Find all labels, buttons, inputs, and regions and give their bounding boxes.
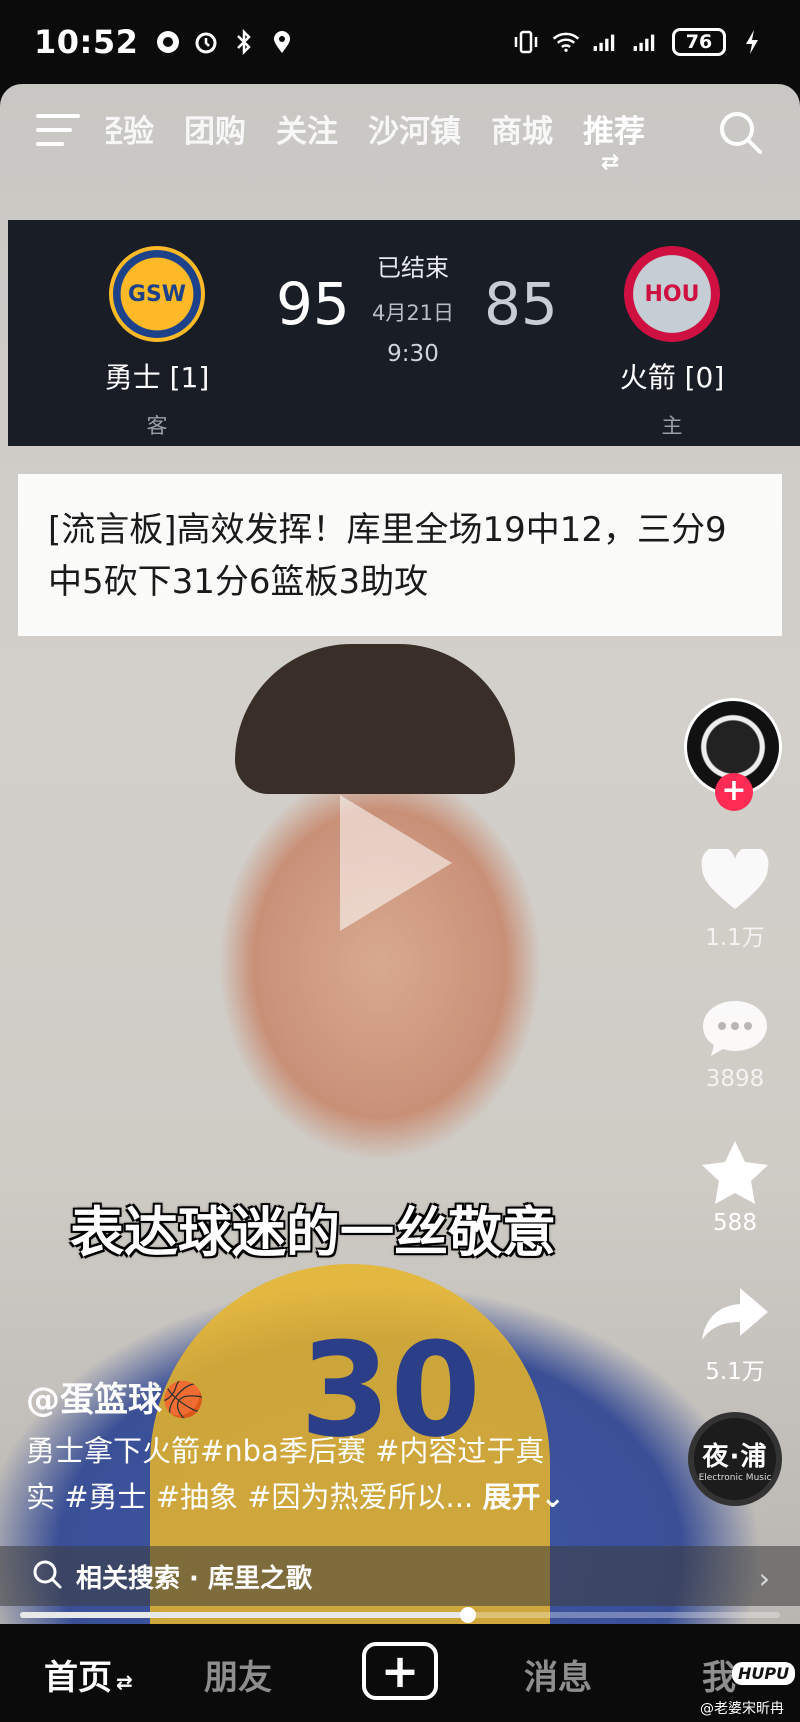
share-count: 5.1万 — [705, 1359, 765, 1385]
tab-recommended[interactable]: 推荐 ⇄ — [583, 106, 645, 175]
author-name[interactable]: @蛋篮球🏀 — [26, 1372, 204, 1421]
rockets-logo-icon: HOU — [624, 246, 720, 342]
star-icon — [700, 1140, 770, 1204]
search-icon-small — [32, 1559, 62, 1593]
tab-recommended-label: 推荐 — [583, 114, 645, 150]
home-team: HOU 火箭 [0] 主 — [612, 246, 732, 440]
chevron-right-icon: › — [758, 1562, 770, 1595]
warriors-logo-icon: GSW — [109, 246, 205, 342]
nav-home[interactable]: 首页 ⇄ — [44, 1650, 133, 1699]
description-line-2: 实 #勇士 #抽象 #因为热爱所以... — [26, 1480, 474, 1514]
nav-me[interactable]: 我 — [702, 1650, 736, 1699]
credit-watermark: @老婆宋昕冉 — [700, 1701, 784, 1717]
tab-shahe-town[interactable]: 沙河镇 — [368, 106, 461, 151]
top-tabs: 经验 团购 关注 沙河镇 商城 推荐 ⇄ — [106, 106, 645, 175]
favorite-button[interactable]: 588 — [690, 1140, 780, 1236]
play-icon[interactable] — [340, 795, 452, 931]
music-disc[interactable]: 夜·浦 Electronic Music — [688, 1412, 782, 1506]
tab-experience[interactable]: 经验 — [106, 106, 154, 151]
home-swap-icon: ⇄ — [116, 1670, 133, 1694]
video-frame-hair — [235, 644, 515, 794]
comment-icon — [700, 996, 770, 1060]
like-count: 1.1万 — [705, 925, 765, 951]
score-banner[interactable]: GSW 勇士 [1] 客 95 已结束 4月21日 9:30 85 HOU 火箭… — [8, 220, 800, 446]
wifi-icon — [552, 28, 580, 56]
bluetooth-icon — [230, 28, 258, 56]
status-time: 10:52 — [34, 23, 139, 61]
app-notification-icon — [154, 28, 182, 56]
like-button[interactable]: 1.1万 — [690, 848, 780, 952]
bottom-nav: 首页 ⇄ 朋友 + 消息 我 — [0, 1624, 800, 1722]
signal-icon-2 — [632, 28, 660, 56]
game-date: 4月21日 — [371, 301, 455, 325]
nav-home-label: 首页 — [44, 1658, 112, 1698]
heart-icon — [700, 848, 770, 912]
follow-button[interactable]: + — [715, 773, 753, 811]
tab-group-buy[interactable]: 团购 — [184, 106, 246, 151]
related-search-label: 相关搜索 · 库里之歌 — [76, 1563, 312, 1594]
music-subtitle: Electronic Music — [698, 1472, 772, 1483]
tab-following[interactable]: 关注 — [276, 106, 338, 151]
comment-count: 3898 — [705, 1066, 765, 1092]
share-button[interactable]: 5.1万 — [690, 1282, 780, 1386]
alarm-icon — [192, 28, 220, 56]
comment-button[interactable]: 3898 — [690, 996, 780, 1092]
create-button[interactable]: + — [362, 1642, 438, 1700]
game-time: 9:30 — [387, 341, 439, 367]
swap-icon: ⇄ — [601, 150, 620, 175]
top-nav: 经验 团购 关注 沙河镇 商城 推荐 ⇄ — [0, 96, 800, 176]
away-team-side: 客 — [146, 414, 168, 438]
share-arrow-icon — [700, 1282, 770, 1346]
home-score: 85 — [484, 270, 558, 338]
away-score: 95 — [276, 270, 350, 338]
home-team-side: 主 — [661, 414, 683, 438]
video-progress-bar[interactable] — [20, 1607, 780, 1623]
location-icon — [268, 28, 296, 56]
status-bar: 10:52 76 — [0, 0, 800, 84]
tab-mall[interactable]: 商城 — [491, 106, 553, 151]
signal-icon — [592, 28, 620, 56]
nav-friends[interactable]: 朋友 — [204, 1650, 272, 1699]
related-search-bar[interactable]: 相关搜索 · 库里之歌 › — [0, 1546, 800, 1606]
expand-button[interactable]: 展开⌄ — [482, 1480, 564, 1514]
video-description: 勇士拿下火箭#nba季后赛 #内容过于真 实 #勇士 #抽象 #因为热爱所以..… — [26, 1428, 606, 1520]
charging-icon — [738, 28, 766, 56]
hupu-watermark: HUPU — [732, 1662, 796, 1685]
menu-icon[interactable] — [36, 114, 80, 150]
progress-fill — [20, 1612, 469, 1618]
description-line-1: 勇士拿下火箭#nba季后赛 #内容过于真 — [26, 1434, 545, 1468]
home-team-name: 火箭 [0] — [619, 361, 725, 394]
nav-messages[interactable]: 消息 — [524, 1650, 592, 1699]
away-team-name: 勇士 [1] — [104, 361, 210, 394]
game-status: 已结束 — [377, 254, 449, 282]
game-info: 已结束 4月21日 9:30 — [358, 248, 468, 367]
favorite-count: 588 — [713, 1210, 757, 1236]
search-icon[interactable] — [718, 110, 764, 156]
headline-card: [流言板]高效发挥！库里全场19中12，三分9中5砍下31分6篮板3助攻 — [18, 474, 782, 636]
vibrate-icon — [512, 28, 540, 56]
battery-indicator: 76 — [672, 28, 726, 56]
music-title: 夜·浦 — [702, 1441, 768, 1472]
away-team: GSW 勇士 [1] 客 — [97, 246, 217, 440]
video-subtitle: 表达球迷的一丝敬意 — [70, 1201, 556, 1264]
